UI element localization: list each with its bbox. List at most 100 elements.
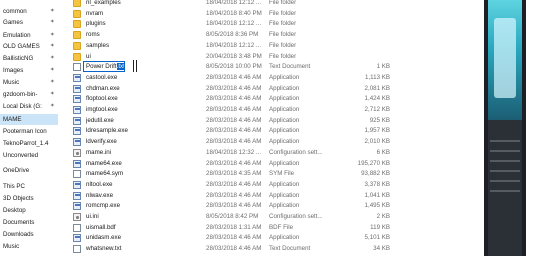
file-name[interactable]: mame64.exe	[86, 159, 142, 169]
file-name[interactable]: ldverify.exe	[86, 137, 142, 147]
pin-icon[interactable]: ✶	[50, 6, 55, 17]
file-row[interactable]: ldresample.exe 28/03/2018 4:46 AM Applicat…	[70, 126, 400, 136]
pin-icon[interactable]: ✶	[50, 41, 55, 52]
file-name[interactable]: mame.ini	[86, 148, 142, 158]
file-row[interactable]: imgtool.exe 28/03/2018 4:46 AM Application…	[70, 105, 400, 115]
rename-input[interactable]: Power Drift.txt	[83, 61, 125, 73]
nav-item-documents[interactable]: Documents	[0, 217, 58, 228]
file-row[interactable]: ui 20/04/2018 3:48 PM File folder	[70, 52, 400, 62]
nav-item-ballisticng[interactable]: BallisticNG ✶	[0, 53, 58, 64]
file-size: 6 KB	[376, 148, 390, 156]
file-name[interactable]: romcmp.exe	[86, 201, 142, 211]
file-name[interactable]: uismall.bdf	[86, 223, 142, 233]
nav-item-old-games[interactable]: OLD GAMES ✶	[0, 41, 58, 52]
application-icon	[73, 73, 81, 82]
file-row[interactable]: plugins 18/04/2018 12:12 ... File folder	[70, 19, 400, 29]
nav-item-unconverted[interactable]: Unconverted	[0, 150, 58, 161]
nav-item-gzdoom-bin[interactable]: gzdoom-bin- ✶	[0, 89, 58, 100]
file-name[interactable]: plugins	[86, 19, 142, 29]
file-row[interactable]: floptool.exe 28/03/2018 4:46 AM Applicatio…	[70, 94, 400, 104]
cabinet-grill-line	[490, 150, 520, 152]
file-name[interactable]: whatsnew.txt	[86, 244, 142, 254]
nav-item-label: Games	[3, 19, 23, 26]
nav-item-onedrive[interactable]: OneDrive	[0, 165, 58, 176]
file-row[interactable]: whatsnew.txt 28/03/2018 4:46 AM Text Docum…	[70, 244, 400, 254]
file-name[interactable]: mame64.sym	[86, 169, 142, 179]
nav-item-label: OneDrive	[3, 167, 30, 174]
file-name[interactable]: floptool.exe	[86, 94, 142, 104]
nav-item-label: This PC	[3, 183, 26, 190]
file-row[interactable]: nlwav.exe 28/03/2018 4:46 AM Application 1,…	[70, 191, 400, 201]
nav-item-label: Desktop	[3, 207, 26, 214]
nav-item-local-disk-g[interactable]: Local Disk (G: ✶	[0, 101, 58, 112]
cabinet-grill-line	[490, 170, 520, 172]
file-row[interactable]: Power Drift.txt 8/05/2018 10:00 PM Text Do…	[70, 60, 400, 73]
file-size: 119 KB	[370, 223, 390, 231]
file-type: Application	[269, 191, 300, 199]
file-row[interactable]: ui.ini 8/05/2018 8:42 PM Configuration set…	[70, 212, 400, 222]
nav-item-3d-objects[interactable]: 3D Objects	[0, 193, 58, 204]
file-row[interactable]: ldverify.exe 28/03/2018 4:46 AM Applicatio…	[70, 137, 400, 147]
file-name[interactable]: castool.exe	[86, 73, 142, 83]
file-row[interactable]: mame64.sym 28/03/2018 4:35 AM SYM File 93,8…	[70, 169, 400, 179]
pin-icon[interactable]: ✶	[50, 65, 55, 76]
nav-item-games[interactable]: Games ✶	[0, 17, 58, 28]
file-name[interactable]: ui.ini	[86, 212, 142, 222]
pin-icon[interactable]: ✶	[50, 53, 55, 64]
nav-item-music[interactable]: Music ✶	[0, 77, 58, 88]
file-row[interactable]: nvram 18/04/2018 8:40 PM File folder	[70, 9, 400, 19]
file-row[interactable]: mame.ini 18/04/2018 12:32 ... Configuratio…	[70, 148, 400, 158]
file-name[interactable]: nvram	[86, 9, 142, 19]
configuration-icon	[73, 213, 81, 221]
file-date-modified: 28/03/2018 4:46 AM	[206, 95, 262, 103]
pin-icon[interactable]: ✶	[50, 89, 55, 100]
cabinet-light	[494, 18, 516, 98]
file-type: Text Document	[269, 63, 311, 71]
file-name[interactable]: chdman.exe	[86, 84, 142, 94]
file-row[interactable]: mame64.exe 28/03/2018 4:46 AM Application 1…	[70, 159, 400, 169]
text-document-icon	[73, 63, 81, 72]
file-row[interactable]: nl_examples 18/04/2018 12:12 ... File fold…	[70, 0, 400, 8]
file-date-modified: 18/04/2018 12:32 ...	[206, 148, 262, 156]
nav-item-this-pc[interactable]: This PC	[0, 181, 58, 192]
file-row[interactable]: unidasm.exe 28/03/2018 4:46 AM Application…	[70, 233, 400, 243]
file-size: 195,270 KB	[357, 159, 390, 167]
nav-item-common[interactable]: common ✶	[0, 6, 58, 17]
nav-item-images[interactable]: Images ✶	[0, 65, 58, 76]
file-type: File folder	[269, 41, 297, 49]
file-name[interactable]: imgtool.exe	[86, 105, 142, 115]
file-row[interactable]: castool.exe 28/03/2018 4:46 AM Application…	[70, 73, 400, 83]
file-size: 2,081 KB	[364, 84, 390, 92]
file-name[interactable]: roms	[86, 30, 142, 40]
pin-icon[interactable]: ✶	[50, 17, 55, 28]
file-row[interactable]: roms 8/05/2018 8:36 PM File folder	[70, 30, 400, 40]
file-size: 3,378 KB	[364, 180, 390, 188]
file-name[interactable]: nlwav.exe	[86, 191, 142, 201]
nav-item-pooterman-icon[interactable]: Pooterman Icon	[0, 126, 58, 137]
application-icon	[73, 138, 81, 147]
file-name[interactable]: nltool.exe	[86, 180, 142, 190]
file-name[interactable]: unidasm.exe	[86, 233, 142, 243]
file-row[interactable]: jedutil.exe 28/03/2018 4:46 AM Application…	[70, 116, 400, 126]
file-row[interactable]: uismall.bdf 28/03/2018 1:31 AM BDF File 119…	[70, 223, 400, 233]
nav-item-label: Emulation	[3, 32, 31, 39]
file-date-modified: 28/03/2018 4:46 AM	[206, 116, 262, 124]
pin-icon[interactable]: ✶	[50, 30, 55, 41]
file-row[interactable]: nltool.exe 28/03/2018 4:46 AM Application 3…	[70, 180, 400, 190]
pin-icon[interactable]: ✶	[50, 101, 55, 112]
pin-icon[interactable]: ✶	[50, 77, 55, 88]
file-name[interactable]: samples	[86, 41, 142, 51]
file-row[interactable]: samples 18/04/2018 12:12 ... File folder	[70, 41, 400, 51]
nav-item-downloads[interactable]: Downloads	[0, 229, 58, 240]
nav-item-emulation[interactable]: Emulation ✶	[0, 30, 58, 41]
nav-item-teknoparrot-1-4[interactable]: TeknoParrot_1.4	[0, 138, 58, 149]
folder-icon	[73, 52, 81, 61]
file-name[interactable]: ldresample.exe	[86, 126, 142, 136]
nav-item-mame[interactable]: MAME	[0, 114, 58, 125]
file-row[interactable]: romcmp.exe 28/03/2018 4:46 AM Application 1…	[70, 201, 400, 211]
file-name[interactable]: jedutil.exe	[86, 116, 142, 126]
nav-item-music[interactable]: Music	[0, 241, 58, 252]
file-row[interactable]: chdman.exe 28/03/2018 4:46 AM Application 2…	[70, 84, 400, 94]
nav-item-desktop[interactable]: Desktop	[0, 205, 58, 216]
file-name[interactable]: nl_examples	[86, 0, 142, 8]
